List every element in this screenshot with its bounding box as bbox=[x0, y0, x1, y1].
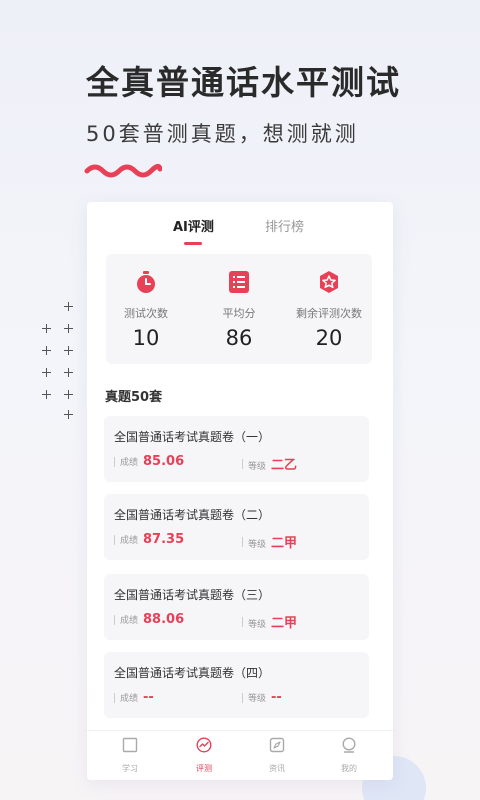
score-label: 成绩 bbox=[120, 536, 139, 546]
paper-item[interactable]: 全国普通话考试真题卷（二） 成绩 87.35 等级 二甲 bbox=[104, 494, 369, 560]
hero-title: 全真普通话水平测试 bbox=[86, 63, 401, 102]
paper-grade: 等级 二甲 bbox=[242, 532, 297, 551]
paper-grade: 等级 二甲 bbox=[242, 612, 297, 631]
section-title: 真题50套 bbox=[105, 390, 163, 405]
paper-grade: 等级 二乙 bbox=[242, 454, 297, 473]
paper-grade: 等级 -- bbox=[242, 690, 282, 705]
score-label: 成绩 bbox=[120, 616, 139, 626]
stopwatch-icon bbox=[137, 271, 155, 293]
active-tab-indicator bbox=[184, 242, 202, 245]
stat-value: 20 bbox=[315, 326, 343, 350]
wave-decoration-icon bbox=[84, 163, 162, 178]
paper-title: 全国普通话考试真题卷（四） bbox=[114, 666, 271, 680]
stat-average-score: 平均分 86 bbox=[199, 270, 279, 350]
nav-label: 资讯 bbox=[269, 764, 285, 773]
score-value: 88.06 bbox=[143, 612, 185, 627]
nav-item-profile[interactable]: 我的 bbox=[329, 737, 369, 774]
hero-subtitle: 50套普测真题，想测就测 bbox=[86, 122, 359, 146]
grade-value: 二乙 bbox=[271, 458, 298, 473]
paper-item[interactable]: 全国普通话考试真题卷（三） 成绩 88.06 等级 二甲 bbox=[104, 574, 369, 640]
nav-item-news[interactable]: 资讯 bbox=[257, 737, 297, 774]
nav-label: 评测 bbox=[196, 764, 212, 773]
nav-label: 我的 bbox=[341, 764, 357, 773]
nav-item-evaluation[interactable]: 评测 bbox=[184, 737, 224, 774]
grade-label: 等级 bbox=[248, 462, 267, 472]
compass-icon bbox=[269, 737, 285, 753]
grade-value: 二甲 bbox=[271, 616, 298, 631]
score-label: 成绩 bbox=[120, 458, 139, 468]
stat-label: 平均分 bbox=[222, 307, 256, 320]
grade-value: 二甲 bbox=[271, 536, 298, 551]
score-label: 成绩 bbox=[120, 694, 139, 704]
paper-title: 全国普通话考试真题卷（一） bbox=[114, 430, 271, 444]
paper-score: 成绩 85.06 bbox=[114, 454, 184, 469]
profile-icon bbox=[342, 737, 356, 753]
trend-circle-icon bbox=[196, 737, 212, 753]
tab-leaderboard[interactable]: 排行榜 bbox=[265, 216, 304, 235]
star-badge-icon bbox=[320, 271, 338, 293]
tab-bar: AI评测 排行榜 bbox=[87, 216, 393, 250]
tab-ai-evaluation[interactable]: AI评测 bbox=[173, 216, 214, 235]
evaluation-card: AI评测 排行榜 测试次数 10 平均分 86 剩余评测次数 20 真题50套 … bbox=[87, 202, 393, 780]
stats-panel: 测试次数 10 平均分 86 剩余评测次数 20 bbox=[106, 254, 372, 364]
grade-value: -- bbox=[271, 690, 282, 705]
stat-label: 测试次数 bbox=[124, 307, 168, 320]
paper-score: 成绩 88.06 bbox=[114, 612, 184, 627]
cross-grid-decoration bbox=[38, 302, 88, 422]
grade-label: 等级 bbox=[248, 540, 267, 550]
stat-value: 86 bbox=[225, 326, 253, 350]
square-icon bbox=[122, 737, 138, 753]
bottom-nav: 学习 评测 资讯 我的 bbox=[87, 730, 393, 780]
nav-item-study[interactable]: 学习 bbox=[110, 737, 150, 774]
stat-remaining-count: 剩余评测次数 20 bbox=[289, 270, 369, 350]
grade-label: 等级 bbox=[248, 620, 267, 630]
grade-label: 等级 bbox=[248, 694, 267, 704]
score-value: 85.06 bbox=[143, 454, 185, 469]
score-value: -- bbox=[143, 690, 154, 705]
stat-value: 10 bbox=[132, 326, 160, 350]
stat-test-count: 测试次数 10 bbox=[106, 270, 186, 350]
paper-title: 全国普通话考试真题卷（二） bbox=[114, 508, 271, 522]
nav-label: 学习 bbox=[122, 764, 138, 773]
paper-item[interactable]: 全国普通话考试真题卷（四） 成绩 -- 等级 -- bbox=[104, 652, 369, 718]
score-value: 87.35 bbox=[143, 532, 185, 547]
paper-item[interactable]: 全国普通话考试真题卷（一） 成绩 85.06 等级 二乙 bbox=[104, 416, 369, 482]
paper-title: 全国普通话考试真题卷（三） bbox=[114, 588, 271, 602]
paper-score: 成绩 87.35 bbox=[114, 532, 184, 547]
paper-score: 成绩 -- bbox=[114, 690, 154, 705]
list-icon bbox=[229, 271, 249, 293]
stat-label: 剩余评测次数 bbox=[296, 307, 362, 320]
